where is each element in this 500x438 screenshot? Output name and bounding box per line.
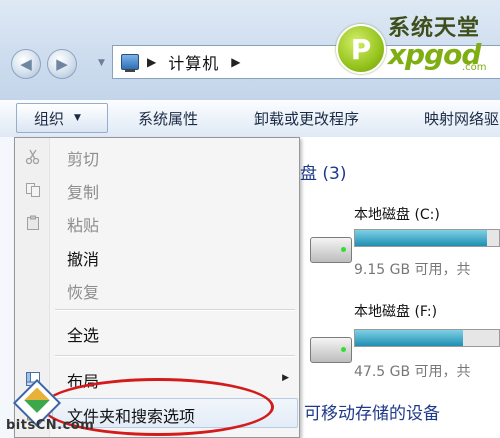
menu-item-redo[interactable]: 恢复: [15, 275, 299, 305]
drive-c-usage-bar: [354, 229, 500, 247]
menu-item-label: 复制: [67, 183, 100, 202]
menu-item-select-all[interactable]: 全选: [15, 318, 299, 348]
menu-item-label: 撤消: [67, 250, 100, 269]
drive-c-free-space: 9.15 GB 可用，共: [354, 262, 471, 278]
drive-f-name[interactable]: 本地磁盘 (F:): [354, 301, 437, 321]
organize-button[interactable]: 组织 ▼: [16, 103, 108, 133]
drive-f-free-space: 47.5 GB 可用，共: [354, 364, 471, 380]
menu-item-cut[interactable]: 剪切: [15, 142, 299, 172]
breadcrumb-separator-icon[interactable]: ▶: [231, 55, 240, 69]
drive-c-name[interactable]: 本地磁盘 (C:): [354, 204, 440, 224]
navigation-pane: [0, 137, 14, 438]
menu-item-label: 剪切: [67, 150, 100, 169]
uninstall-program-button[interactable]: 卸载或更改程序: [254, 108, 359, 129]
breadcrumb-computer[interactable]: 计算机: [168, 50, 219, 74]
paste-icon: [27, 215, 39, 230]
hard-drive-icon[interactable]: [310, 337, 352, 363]
menu-item-copy[interactable]: 复制: [15, 175, 299, 205]
scissors-icon: [25, 149, 40, 165]
watermark-domain: .com: [462, 62, 487, 73]
drive-c-usage-fill: [355, 230, 488, 246]
menu-separator: [55, 309, 295, 311]
drive-f-usage-bar: [354, 329, 500, 347]
hard-drive-icon[interactable]: [310, 237, 352, 263]
menu-item-label: 粘贴: [67, 216, 100, 235]
menu-item-paste[interactable]: 粘贴: [15, 208, 299, 238]
breadcrumb-separator-icon[interactable]: ▶: [147, 55, 156, 69]
watermark-bottom-text: bitsCN.com: [6, 418, 95, 433]
menu-item-label: 全选: [67, 326, 100, 345]
computer-icon: [121, 54, 139, 72]
system-properties-button[interactable]: 系统属性: [138, 108, 198, 129]
map-network-drive-button[interactable]: 映射网络驱: [424, 108, 499, 129]
removable-devices-group-title[interactable]: 可移动存储的设备: [304, 399, 440, 424]
copy-icon: [26, 183, 40, 197]
title-bar: ◀ ▶ ▼ ▶ 计算机 ▶ P 系统天堂 xpgod .com: [0, 0, 500, 100]
hard-drives-group-title[interactable]: 盘 (3): [300, 159, 346, 184]
forward-arrow-icon: ▶: [56, 55, 68, 73]
organize-label: 组织: [34, 109, 65, 128]
submenu-arrow-icon: ▶: [282, 373, 289, 383]
menu-separator: [55, 355, 295, 357]
recent-pages-chevron-icon[interactable]: ▼: [98, 58, 105, 68]
forward-button[interactable]: ▶: [47, 49, 77, 79]
back-arrow-icon: ◀: [20, 55, 32, 73]
back-button[interactable]: ◀: [11, 49, 41, 79]
command-toolbar: 组织 ▼ 系统属性 卸载或更改程序 映射网络驱: [0, 99, 500, 138]
menu-item-label: 恢复: [67, 283, 100, 302]
xpgod-logo-icon: P: [336, 24, 386, 74]
drive-f-usage-fill: [355, 330, 463, 346]
menu-item-undo[interactable]: 撤消: [15, 242, 299, 272]
chevron-down-icon: ▼: [74, 113, 81, 123]
content-pane: 盘 (3) 本地磁盘 (C:) 9.15 GB 可用，共 本地磁盘 (F:) 4…: [300, 137, 500, 438]
